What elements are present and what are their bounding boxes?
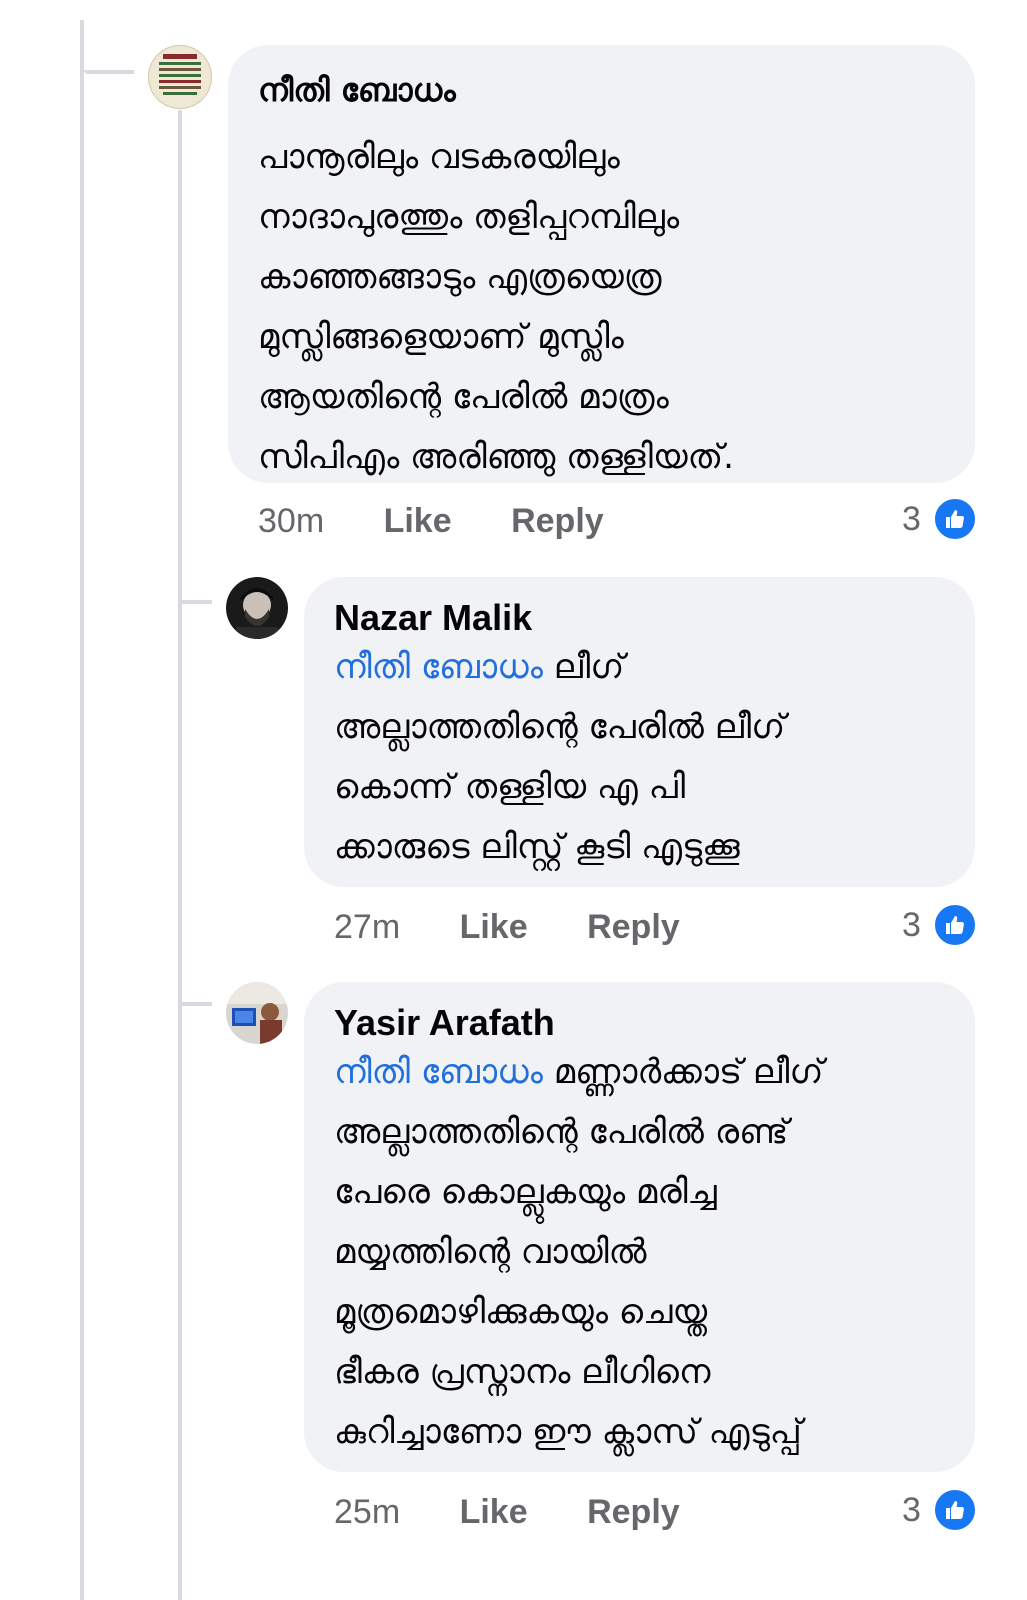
reaction-summary[interactable]: 3 xyxy=(902,497,977,541)
comment-line: കുറിച്ചാണോ ഈ ക്ലാസ് എടുപ്പ് xyxy=(334,1412,802,1452)
reaction-count: 3 xyxy=(902,905,921,944)
comment-line-rest: ലീഗ് xyxy=(542,647,625,687)
avatar[interactable] xyxy=(148,45,212,109)
comment-line: കൊന്ന് തള്ളിയ എ പി xyxy=(334,767,686,807)
comment-line: ആയതിന്റെ പേരിൽ മാത്രം xyxy=(258,377,669,417)
comment-actions: 30m Like Reply xyxy=(258,502,604,542)
like-button[interactable]: Like xyxy=(460,908,528,947)
comment-bubble: Nazar Malik നീതി ബോധം ലീഗ് അല്ലാത്തതിന്റ… xyxy=(304,577,975,887)
mention-link[interactable]: നീതി ബോധം xyxy=(334,1052,543,1092)
thread-line-main xyxy=(80,20,84,1600)
reaction-summary[interactable]: 3 xyxy=(902,903,977,947)
reaction-count: 3 xyxy=(902,1490,921,1529)
comment-line: ക്കാരുടെ ലിസ്റ്റ് കൂടി എടുക്കൂ xyxy=(334,827,740,867)
reply-button[interactable]: Reply xyxy=(587,908,680,947)
reply-button[interactable]: Reply xyxy=(587,1493,680,1532)
avatar[interactable] xyxy=(226,982,288,1044)
comment-author[interactable]: Yasir Arafath xyxy=(334,1002,555,1044)
comment-timestamp[interactable]: 25m xyxy=(334,1493,400,1532)
comment-line: നീതി ബോധം ലീഗ് xyxy=(334,637,785,697)
comment-text: നീതി ബോധം ലീഗ് അല്ലാത്തതിന്റെ പേരിൽ ലീഗ്… xyxy=(334,637,785,877)
comment-timestamp[interactable]: 30m xyxy=(258,502,324,541)
thumbs-up-icon xyxy=(932,497,977,541)
reply-button[interactable]: Reply xyxy=(511,502,604,541)
comment-line: സിപിഎം അരിഞ്ഞു തള്ളിയത്. xyxy=(258,437,734,477)
comment-text: പാനൂരിലും വടകരയിലും നാദാപുരത്തും തളിപ്പറ… xyxy=(258,127,734,487)
thread-line-replies xyxy=(178,110,182,1600)
thumbs-up-icon xyxy=(932,903,977,947)
mention-link[interactable]: നീതി ബോധം xyxy=(334,647,543,687)
comment-line: അല്ലാത്തതിന്റെ പേരിൽ ലീഗ് xyxy=(334,707,786,747)
thread-connector-1 xyxy=(84,70,134,74)
poster-avatar-image xyxy=(149,46,211,108)
comment-timestamp[interactable]: 27m xyxy=(334,908,400,947)
comment-line: ഭീകര പ്രസ്നാനം ലീഗിനെ xyxy=(334,1352,711,1392)
reaction-count: 3 xyxy=(902,499,921,538)
comment-bubble: Yasir Arafath നീതി ബോധം മണ്ണാർക്കാട് ലീഗ… xyxy=(304,982,975,1472)
comment-text: നീതി ബോധം മണ്ണാർക്കാട് ലീഗ് അല്ലാത്തതിന്… xyxy=(334,1042,823,1462)
comment-line: നീതി ബോധം മണ്ണാർക്കാട് ലീഗ് xyxy=(334,1042,823,1102)
comment-line: അല്ലാത്തതിന്റെ പേരിൽ രണ്ട് xyxy=(334,1112,789,1152)
comment-line: മുസ്ലിങ്ങളെയാണ് മുസ്ലിം xyxy=(258,317,624,357)
comment-line: മയ്യത്തിന്റെ വായിൽ xyxy=(334,1232,647,1272)
thumbs-up-icon xyxy=(932,1488,977,1532)
comment-line: മൂത്രമൊഴിക്കുകയും ചെയ്ത xyxy=(334,1292,708,1332)
thread-connector-3 xyxy=(182,1002,212,1006)
avatar[interactable] xyxy=(226,577,288,639)
comment-line: പേരെ കൊല്ലുകയും മരിച്ച xyxy=(334,1172,717,1212)
like-button[interactable]: Like xyxy=(460,1493,528,1532)
reaction-summary[interactable]: 3 xyxy=(902,1488,977,1532)
user-avatar-image xyxy=(226,577,288,639)
user-avatar-image xyxy=(226,982,288,1044)
comment-actions: 27m Like Reply xyxy=(334,908,680,948)
comment-line: പാനൂരിലും വടകരയിലും xyxy=(258,137,620,177)
comment-line: നാദാപുരത്തും തളിപ്പറമ്പിലും xyxy=(258,197,680,237)
comment-author[interactable]: Nazar Malik xyxy=(334,597,532,639)
comment-author[interactable]: നീതി ബോധം xyxy=(258,71,456,110)
comment-line: കാഞ്ഞങ്ങാടും എത്രയെത്ര xyxy=(258,257,662,297)
thread-connector-2 xyxy=(182,600,212,604)
comment-bubble: നീതി ബോധം പാനൂരിലും വടകരയിലും നാദാപുരത്ത… xyxy=(228,45,975,483)
comment-actions: 25m Like Reply xyxy=(334,1493,680,1533)
like-button[interactable]: Like xyxy=(384,502,452,541)
comment-line-rest: മണ്ണാർക്കാട് ലീഗ് xyxy=(542,1052,824,1092)
